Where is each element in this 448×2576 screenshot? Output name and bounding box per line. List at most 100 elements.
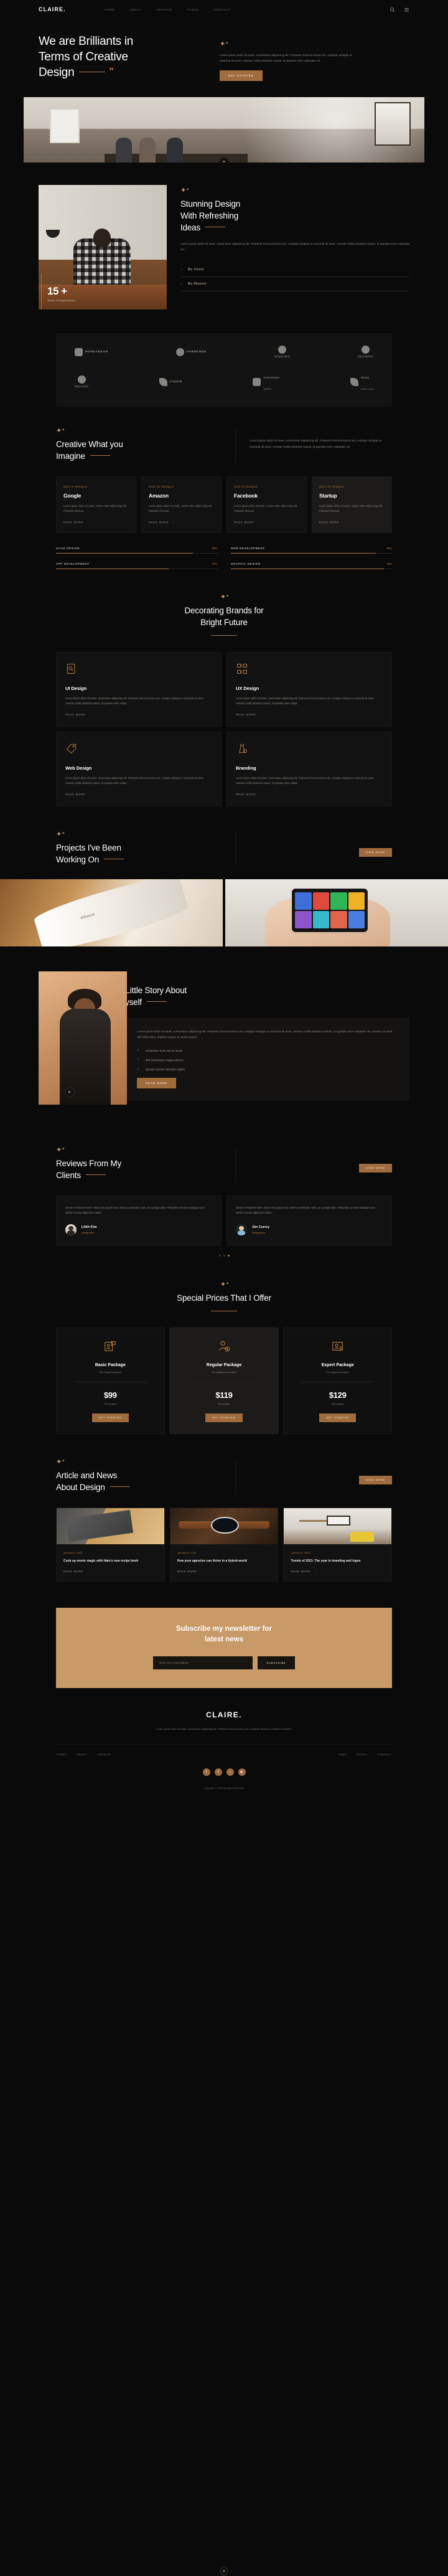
facebook-icon[interactable]: f: [203, 1768, 210, 1776]
blog-card-recipe-book[interactable]: January 5, 2022 Cook up movie magic with…: [56, 1507, 165, 1582]
read-more-link[interactable]: READ MORE→: [149, 521, 214, 524]
testimonial-name: Jim Currey: [252, 1225, 269, 1229]
newsletter-email-input[interactable]: [153, 1656, 253, 1669]
search-icon[interactable]: [390, 7, 395, 12]
get-started-button[interactable]: GET STARTED: [319, 1413, 356, 1422]
scroll-down-icon[interactable]: ▼: [220, 2567, 228, 2576]
get-started-button[interactable]: GET STARTED: [205, 1413, 242, 1422]
read-more-link[interactable]: READ MORE→: [236, 713, 383, 716]
footer-link-contact[interactable]: CONTACT: [377, 1753, 392, 1756]
youtube-icon[interactable]: ▶: [238, 1768, 246, 1776]
pricing-card-regular-package[interactable]: Regular Package For Medium Inventors $11…: [170, 1328, 279, 1434]
sparkle-icon: ✦✦: [56, 428, 219, 435]
read-more-link[interactable]: READ MORE→: [63, 1570, 157, 1573]
hero-image-room: [24, 97, 424, 163]
service-card-ux-design[interactable]: UX Design Lorem ipsum dolor sit amet, co…: [226, 652, 392, 727]
accordion-item-my-vision[interactable]: – My Vision: [180, 263, 409, 277]
footer-link-blogs[interactable]: BLOGS: [357, 1753, 367, 1756]
pricing-card-expert-package[interactable]: Expert Package For Expert Inventors $129…: [283, 1328, 392, 1434]
title-rule: [90, 455, 110, 456]
experience-card-startup[interactable]: 2021 UX Designer Startup Lorem ipsum dol…: [312, 476, 392, 533]
testimonial-quote: Donec vel laoreet enim. Etiam nec ipsum …: [65, 1205, 212, 1216]
read-more-link[interactable]: READ MORE→: [319, 521, 385, 524]
read-more-link[interactable]: READ MORE→: [234, 521, 299, 524]
read-more-link[interactable]: READ MORE→: [177, 1570, 271, 1573]
experience-card-facebook[interactable]: 2018 UI Designer Facebook Lorem ipsum do…: [226, 476, 307, 533]
nav-item-pages[interactable]: PAGES: [187, 8, 199, 11]
arrow-right-icon: →: [86, 521, 90, 524]
service-card-ui-design[interactable]: UI Design Lorem ipsum dolor sit amet, co…: [56, 652, 222, 727]
hamburger-menu-icon[interactable]: [404, 7, 409, 12]
copyright-text: Copyright © 2022 All Rights Reserved: [0, 1776, 448, 1800]
instagram-icon[interactable]: i: [226, 1768, 234, 1776]
skills-column-left: UI/UX DESIGN 85% APP DEVELOPMENT 70%: [56, 547, 217, 569]
read-more-link[interactable]: READ MORE→: [63, 521, 129, 524]
carousel-dot[interactable]: [223, 1255, 225, 1257]
footer-link-faqs[interactable]: FAQS: [338, 1753, 347, 1756]
brand-logo[interactable]: CLAIRE.: [39, 6, 66, 12]
experience-paragraph: Lorem ipsum dolor sit amet, consectetur …: [250, 438, 392, 449]
minus-icon: –: [180, 282, 182, 286]
story-title-line-1: A Little Story About: [118, 986, 187, 995]
carousel-dot-active[interactable]: [228, 1255, 230, 1257]
read-more-label: READ MORE: [65, 713, 85, 716]
hero-title-line-1: We are Brilliants in: [39, 35, 133, 48]
project-gallery: Alliance ▼: [0, 879, 448, 946]
project-item-alliance[interactable]: Alliance: [0, 879, 223, 946]
service-card-web-design[interactable]: Web Design Lorem ipsum dolor sit amet, c…: [56, 732, 222, 806]
blog-title-line-2: About Design: [56, 1483, 105, 1492]
footer-logo[interactable]: CLAIRE.: [0, 1710, 448, 1719]
footer-link-about[interactable]: ABOUT: [77, 1753, 87, 1756]
skill-fill: [231, 553, 376, 554]
get-started-button[interactable]: GET STARTED: [220, 70, 263, 81]
projects-title: Projects I've Been Working On: [56, 842, 219, 866]
check-label: Ut faucibus enim sed mi auctor: [146, 1049, 183, 1052]
nav-item-service[interactable]: SERVICE: [157, 8, 172, 11]
about-section: 15 + Years of Experience ✦✦ Stunning Des…: [0, 163, 448, 328]
blog-card-hybrid-world[interactable]: January 5, 2022 How your agencies can th…: [170, 1507, 279, 1582]
get-started-button[interactable]: GET STARTED: [92, 1413, 129, 1422]
project-item-phone[interactable]: [225, 879, 448, 946]
experience-card-amazon[interactable]: 2016 UX Designer Amazon Lorem ipsum dolo…: [141, 476, 222, 533]
story-read-more-button[interactable]: READ MORE: [137, 1078, 176, 1088]
experience-year-role: 2018 UI Designer: [234, 485, 299, 488]
twitter-icon[interactable]: t: [215, 1768, 222, 1776]
skill-percent: 95%: [387, 562, 392, 565]
view-more-button[interactable]: VIEW MORE: [359, 1476, 392, 1484]
view-more-button[interactable]: VIEW MORE: [359, 1164, 392, 1172]
accordion-item-my-mission[interactable]: – My Mission: [180, 277, 409, 291]
story-paragraph: Lorem ipsum dolor sit amet, consectetur …: [137, 1029, 398, 1040]
blog-card-branding-trends[interactable]: January 5, 2022 Trends of 2021: The year…: [283, 1507, 392, 1582]
view-more-button[interactable]: VIEW MORE: [359, 848, 392, 857]
footer-link-terms[interactable]: TERMS: [56, 1753, 67, 1756]
about-paragraph: Lorem ipsum dolor sit amet, consectetur …: [180, 241, 409, 252]
brand-logo-label: Simple Bird: [274, 355, 290, 358]
nav-item-contact[interactable]: CONTACT: [214, 8, 231, 11]
nav-item-about[interactable]: ABOUT: [129, 8, 141, 11]
testimonials-title-line-1: Reviews From My: [56, 1159, 121, 1168]
testimonials-title-line-2: Clients: [56, 1171, 81, 1180]
read-more-link[interactable]: READ MORE→: [65, 793, 212, 796]
hero-image-person: [116, 138, 132, 163]
read-more-link[interactable]: READ MORE→: [65, 713, 212, 716]
experience-card-google[interactable]: 2014 UI Designer Google Lorem ipsum dolo…: [56, 476, 136, 533]
user-add-icon: [217, 1339, 231, 1353]
skills-block: UI/UX DESIGN 85% APP DEVELOPMENT 70%: [56, 547, 392, 569]
skill-track: [231, 553, 392, 554]
read-more-link[interactable]: READ MORE→: [291, 1570, 385, 1573]
skill-web-development: WEB DEVELOPMENT 90%: [231, 547, 392, 554]
experience-section: ✦✦ Creative What you Imagine Lorem ipsum…: [56, 407, 392, 569]
nav-item-home[interactable]: HOME: [105, 8, 115, 11]
subscribe-button[interactable]: SUBSCRIBE: [258, 1656, 294, 1669]
read-more-link[interactable]: READ MORE→: [236, 793, 383, 796]
landscape-icon: [253, 378, 261, 386]
experience-title-line-2: Imagine: [56, 451, 85, 461]
pricing-card-basic-package[interactable]: Basic Package For Small Inventors $99 Pe…: [56, 1328, 165, 1434]
service-card-branding[interactable]: Branding Lorem ipsum dolor sit amet, con…: [226, 732, 392, 806]
footer-link-service[interactable]: SERVICE: [97, 1753, 111, 1756]
newsletter-title: Subscribe my newsletter for latest news: [75, 1624, 373, 1644]
brand-logo-whale-green-leaf: Whale Green Leaf: [350, 370, 373, 393]
arrow-right-icon: →: [200, 1570, 203, 1573]
story-check-list: ✓ Ut faucibus enim sed mi auctor ✓ Sed s…: [137, 1049, 398, 1071]
carousel-dot[interactable]: [219, 1255, 221, 1257]
